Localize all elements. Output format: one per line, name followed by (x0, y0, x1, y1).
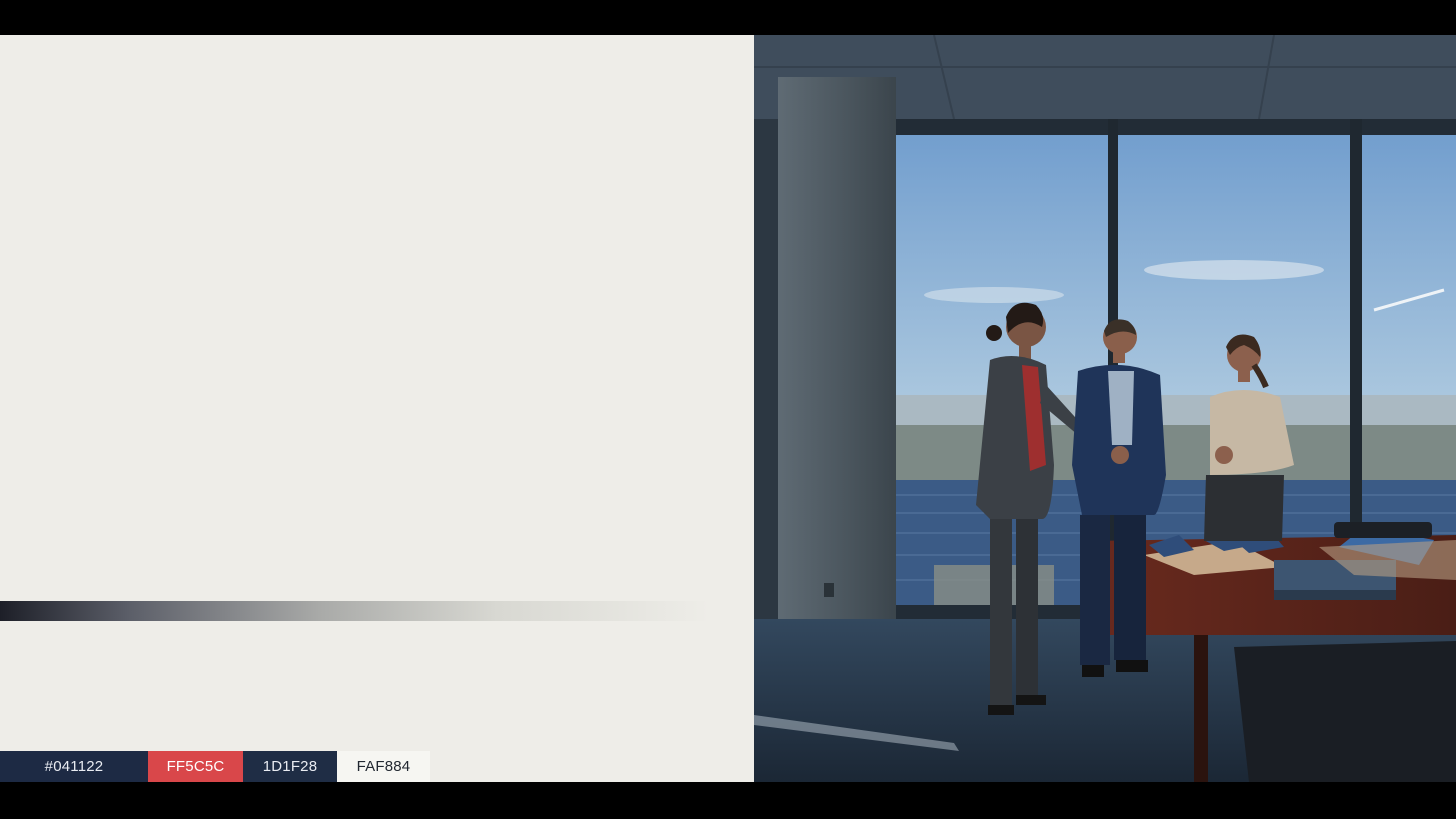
gradient-accent-bar (0, 601, 710, 621)
swatch-navy: #041122 (0, 751, 148, 782)
swatch-dark-navy: 1D1F28 (243, 751, 337, 782)
slide-frame: #041122 FF5C5C 1D1F28 FAF884 (0, 35, 1456, 782)
swatch-red: FF5C5C (148, 751, 243, 782)
swatch-light: FAF884 (337, 751, 430, 782)
office-meeting-photo (754, 35, 1456, 782)
left-content-panel: #041122 FF5C5C 1D1F28 FAF884 (0, 35, 754, 782)
color-palette-strip: #041122 FF5C5C 1D1F28 FAF884 (0, 751, 430, 782)
